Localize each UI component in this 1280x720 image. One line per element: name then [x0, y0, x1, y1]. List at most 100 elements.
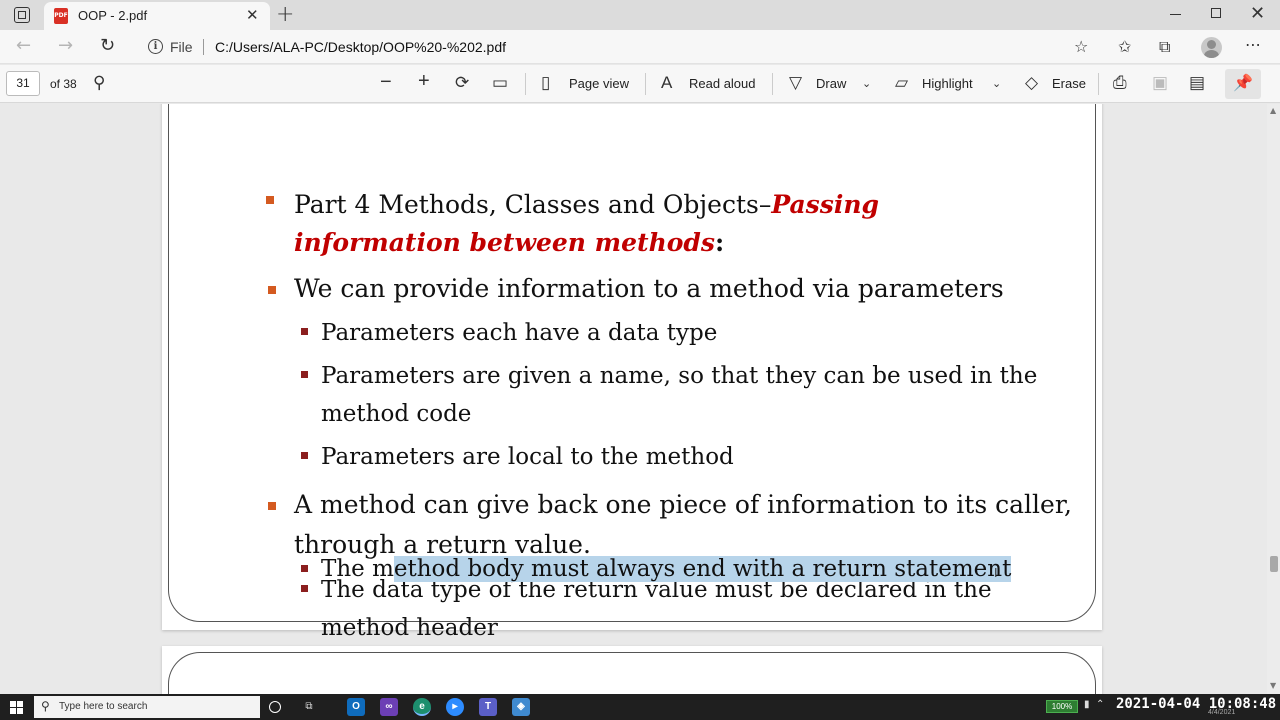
bullet-2-sub-1-line-2: method header — [321, 615, 498, 641]
windows-start-icon[interactable] — [10, 701, 23, 714]
maximize-icon[interactable] — [1211, 8, 1221, 18]
slide-frame — [168, 652, 1096, 694]
sub-bullet-marker — [301, 565, 308, 572]
highlight-icon[interactable]: ▱ — [895, 73, 908, 93]
url-text[interactable]: C:/Users/ALA-PC/Desktop/OOP%20-%202.pdf — [215, 39, 506, 55]
pin-toolbar-button[interactable]: 📌 — [1225, 69, 1261, 99]
divider — [203, 39, 204, 55]
system-date: 4/4/2021 — [1208, 709, 1236, 716]
sub-bullet-marker — [301, 371, 308, 378]
zoom-in-icon[interactable]: + — [418, 70, 430, 93]
bullet-marker — [266, 196, 274, 204]
outlook-icon[interactable]: O — [347, 698, 365, 716]
taskbar: ⚲ Type here to search ⧉ O ∞ e ▸ T ◈ 100%… — [0, 694, 1280, 720]
sub-bullet-marker — [301, 452, 308, 459]
taskbar-search-input[interactable]: ⚲ Type here to search — [34, 696, 260, 718]
refresh-icon[interactable]: ↻ — [100, 35, 115, 56]
text-cursor-icon: I — [994, 566, 998, 580]
back-arrow-icon[interactable]: ← — [16, 35, 31, 56]
heading-text: Part 4 Methods, Classes and Objects– — [294, 190, 772, 219]
zoom-icon[interactable]: ▸ — [446, 698, 464, 716]
search-icon[interactable]: ⚲ — [93, 73, 105, 93]
page-view-icon[interactable]: ▯ — [541, 73, 550, 93]
highlight-button[interactable]: Highlight — [922, 76, 973, 91]
draw-button[interactable]: Draw — [816, 76, 846, 91]
scroll-thumb[interactable] — [1270, 556, 1278, 572]
bullet-2-sub-2[interactable]: The method body must always end with a r… — [321, 556, 1012, 582]
heading-colon: : — [714, 228, 725, 257]
app-icon[interactable]: ◈ — [512, 698, 530, 716]
rotate-icon[interactable]: ⟳ — [455, 73, 469, 93]
divider — [525, 73, 526, 95]
bullet-1: We can provide information to a method v… — [294, 274, 1004, 303]
draw-icon[interactable]: ▽ — [789, 73, 802, 93]
page-view-button[interactable]: Page view — [569, 76, 629, 91]
minimize-icon[interactable] — [1170, 14, 1181, 15]
bullet-2-line-2: through a return value. — [294, 530, 591, 559]
scroll-up-icon[interactable]: ▲ — [1270, 106, 1276, 115]
task-view-icon[interactable]: ⧉ — [300, 698, 318, 716]
tab-close-icon[interactable]: ✕ — [246, 6, 259, 24]
eraser-icon[interactable]: ◇ — [1025, 73, 1038, 93]
pdf-page: Part 4 Methods, Classes and Objects–Pass… — [162, 104, 1102, 641]
sub-bullet-marker — [301, 585, 308, 592]
collections-icon[interactable]: ⧉ — [1159, 37, 1170, 57]
zoom-out-icon[interactable]: − — [380, 71, 392, 94]
bullet-1-sub-3: Parameters are local to the method — [321, 444, 734, 470]
unselected-text: The m — [321, 556, 394, 582]
address-bar: ← → ↻ i File C:/Users/ALA-PC/Desktop/OOP… — [0, 30, 1280, 64]
selected-text[interactable]: ethod body must always end with a return… — [393, 556, 1012, 582]
read-aloud-icon[interactable]: A — [661, 73, 672, 93]
pdf-icon: PDF — [54, 8, 68, 24]
bullet-1-sub-1: Parameters each have a data type — [321, 320, 718, 346]
heading-highlight: information between methods — [294, 228, 715, 257]
sub-bullet-marker — [301, 328, 308, 335]
heading-highlight: Passing — [771, 190, 879, 219]
visual-studio-icon[interactable]: ∞ — [380, 698, 398, 716]
chevron-down-icon[interactable]: ⌄ — [992, 77, 1001, 90]
edge-icon[interactable]: e — [413, 698, 431, 716]
teams-icon[interactable]: T — [479, 698, 497, 716]
fit-page-icon[interactable]: ▭ — [492, 73, 508, 93]
forward-arrow-icon[interactable]: → — [58, 35, 73, 56]
erase-button[interactable]: Erase — [1052, 76, 1086, 91]
vertical-scrollbar[interactable]: ▲ ▼ — [1267, 104, 1280, 694]
cortana-icon[interactable] — [269, 701, 281, 713]
divider — [772, 73, 773, 95]
add-favorite-icon[interactable]: ☆ — [1074, 37, 1088, 56]
document-viewer[interactable]: Part 4 Methods, Classes and Objects–Pass… — [0, 104, 1280, 694]
microphone-icon[interactable]: ▮ — [1084, 699, 1090, 710]
clock[interactable]: 2021-04-04 10:08:48 — [1116, 696, 1276, 712]
title-bar: PDF OOP - 2.pdf ✕ + ✕ — [0, 0, 1280, 30]
bullet-marker — [268, 502, 276, 510]
print-icon[interactable]: ⎙ — [1113, 73, 1127, 93]
search-placeholder: Type here to search — [59, 701, 148, 712]
search-icon: ⚲ — [41, 699, 50, 713]
new-tab-icon[interactable]: + — [276, 2, 294, 27]
chevron-down-icon[interactable]: ⌄ — [862, 77, 871, 90]
favorites-icon[interactable]: ✩ — [1118, 37, 1131, 56]
bullet-1-sub-2-line-2: method code — [321, 401, 472, 427]
read-aloud-button[interactable]: Read aloud — [689, 76, 756, 91]
slide-heading-line2: information between methods: — [294, 228, 724, 257]
close-window-icon[interactable]: ✕ — [1250, 3, 1265, 24]
avatar[interactable] — [1201, 37, 1222, 58]
window-menu-icon[interactable] — [14, 7, 30, 23]
bullet-marker — [268, 286, 276, 294]
bullet-2-line-1: A method can give back one piece of info… — [294, 490, 1072, 519]
tab-active[interactable]: PDF OOP - 2.pdf ✕ — [44, 2, 270, 30]
info-icon[interactable]: i — [148, 39, 163, 54]
bullet-1-sub-2-line-1: Parameters are given a name, so that the… — [321, 363, 1038, 389]
slide-heading-partial: Part 4 Methods, Classes and Objects–Pass… — [294, 190, 879, 219]
pdf-page-next — [162, 646, 1102, 694]
chevron-up-icon[interactable]: ⌃ — [1096, 699, 1104, 710]
battery-indicator[interactable]: 100% — [1046, 700, 1078, 713]
divider — [1098, 73, 1099, 95]
save-as-icon[interactable]: ▤ — [1189, 73, 1205, 93]
more-options-icon[interactable]: ⋯ — [1245, 35, 1262, 54]
page-number-input[interactable]: 31 — [6, 71, 40, 96]
page-total: of 38 — [50, 77, 77, 91]
save-icon[interactable]: ▣ — [1152, 73, 1168, 93]
divider — [645, 73, 646, 95]
scroll-down-icon[interactable]: ▼ — [1270, 681, 1276, 690]
